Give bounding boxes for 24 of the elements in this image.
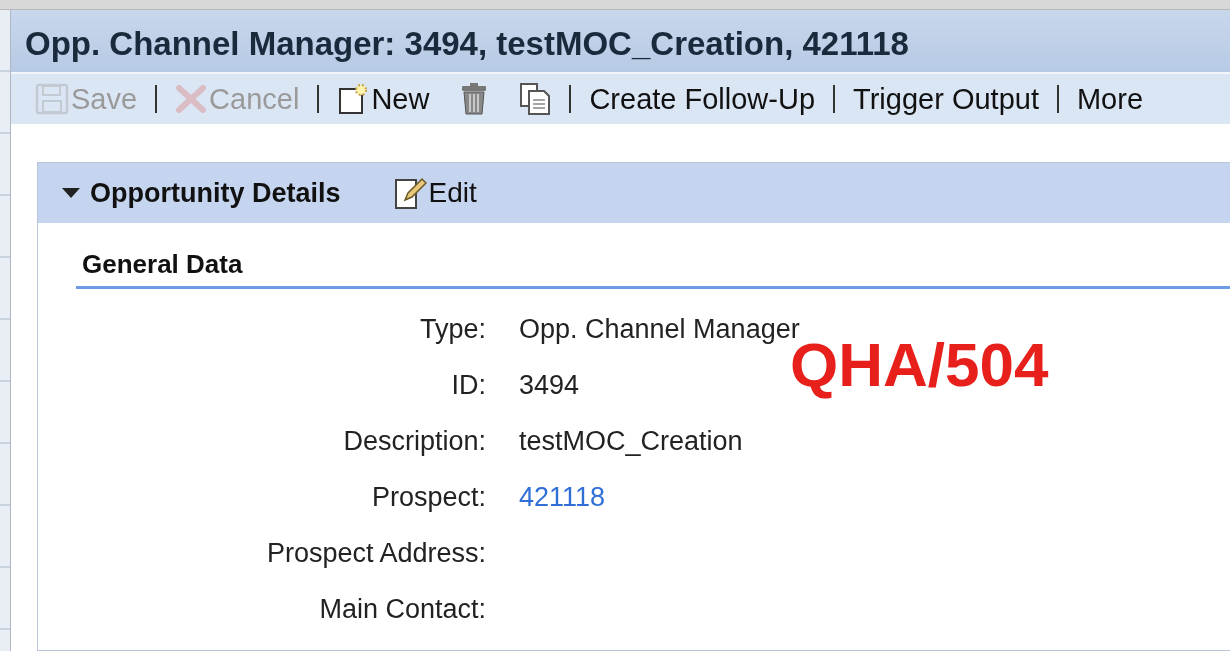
field-label: ID: (451, 370, 486, 401)
toolbar-button[interactable]: Create Follow-Up (585, 84, 820, 114)
field-label: Main Contact: (319, 594, 486, 625)
section-title: Opportunity Details (90, 177, 341, 211)
field-label: Type: (419, 314, 486, 345)
window-title: Opp. Channel Manager: 3494, testMOC_Creation, 421118 (25, 26, 910, 63)
new-document-icon (337, 83, 370, 116)
expand-triangle-icon[interactable] (62, 188, 80, 199)
close-icon (175, 84, 208, 115)
field-value: testMOC_Creation (519, 426, 743, 457)
edit-icon (392, 176, 427, 211)
save-icon (35, 83, 69, 116)
toolbar-button[interactable]: Trigger Output (849, 84, 1043, 114)
field-label: Prospect Address: (266, 538, 486, 569)
group-title: General Data (76, 245, 1230, 290)
field-label: Description: (343, 426, 486, 457)
field-value: Opp. Channel Manager (519, 314, 800, 345)
field-label: Prospect: (371, 482, 486, 513)
copy-icon (519, 82, 552, 117)
edit-button[interactable]: Edit (392, 172, 477, 215)
toolbar-button[interactable]: More (1072, 84, 1148, 114)
field-value: 3494 (519, 370, 580, 401)
new-button[interactable]: New (333, 83, 434, 116)
prospect-link[interactable]: 421118 (519, 482, 606, 513)
